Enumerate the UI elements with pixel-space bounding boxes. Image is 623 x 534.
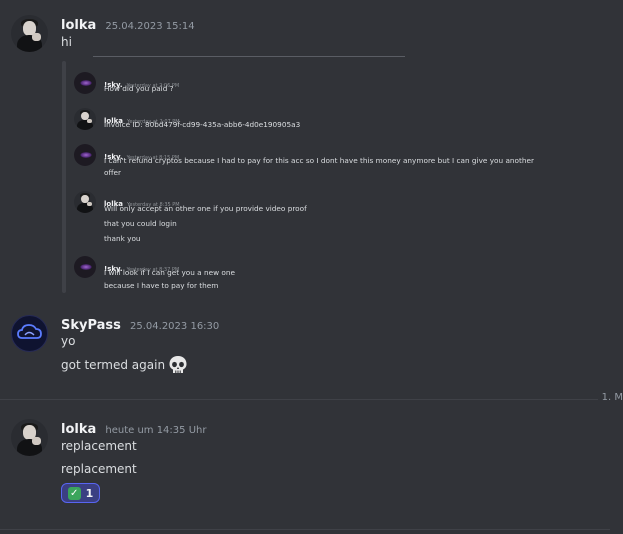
embedded-text: Invoice ID: 80bd479f-cd99-435a-abb6-4d0e… xyxy=(104,120,301,129)
avatar[interactable] xyxy=(11,419,48,456)
message-header: SkyPass 25.04.2023 16:30 xyxy=(61,314,219,333)
embedded-text: How did you paid ? xyxy=(104,84,174,93)
avatar xyxy=(74,72,96,94)
timestamp: 25.04.2023 15:14 xyxy=(105,21,195,32)
message-header: lolka 25.04.2023 15:14 xyxy=(61,14,195,33)
author-name[interactable]: SkyPass xyxy=(61,318,121,333)
avatar xyxy=(74,256,96,278)
date-divider-label: 1. M xyxy=(597,392,623,403)
date-divider xyxy=(0,399,610,400)
author-name[interactable]: lolka xyxy=(61,18,96,33)
cloud-logo-icon xyxy=(17,324,42,339)
reaction-button[interactable]: ✓ 1 xyxy=(61,483,100,503)
message-text: hi xyxy=(61,35,72,49)
embedded-text: I will look if I can get you a new one xyxy=(104,268,235,277)
divider xyxy=(0,529,610,530)
timestamp: heute um 14:35 Uhr xyxy=(105,425,207,436)
avatar[interactable] xyxy=(11,15,48,52)
check-mark-icon: ✓ xyxy=(67,486,81,500)
message-text: yo xyxy=(61,334,76,348)
embedded-text: because I have to pay for them xyxy=(104,281,219,290)
author-name[interactable]: lolka xyxy=(61,422,96,437)
divider xyxy=(93,56,405,57)
avatar xyxy=(74,144,96,166)
message-header: lolka heute um 14:35 Uhr xyxy=(61,418,206,437)
embedded-text: thank you xyxy=(104,234,141,243)
avatar xyxy=(74,108,96,130)
message-text: got termed again xyxy=(61,358,166,372)
message-text: replacement xyxy=(61,462,137,476)
reaction-count: 1 xyxy=(85,486,94,500)
embedded-text: that you could login xyxy=(104,219,177,228)
skull-icon xyxy=(169,356,187,373)
timestamp: 25.04.2023 16:30 xyxy=(130,321,220,332)
avatar xyxy=(74,191,96,213)
embedded-text: offer xyxy=(104,168,121,177)
avatar[interactable] xyxy=(11,315,48,352)
quote-bar xyxy=(62,61,66,293)
embedded-text: Will only accept an other one if you pro… xyxy=(104,204,307,213)
embedded-text: I can't refund cryptos because I had to … xyxy=(104,156,534,165)
message-text: replacement xyxy=(61,439,137,453)
